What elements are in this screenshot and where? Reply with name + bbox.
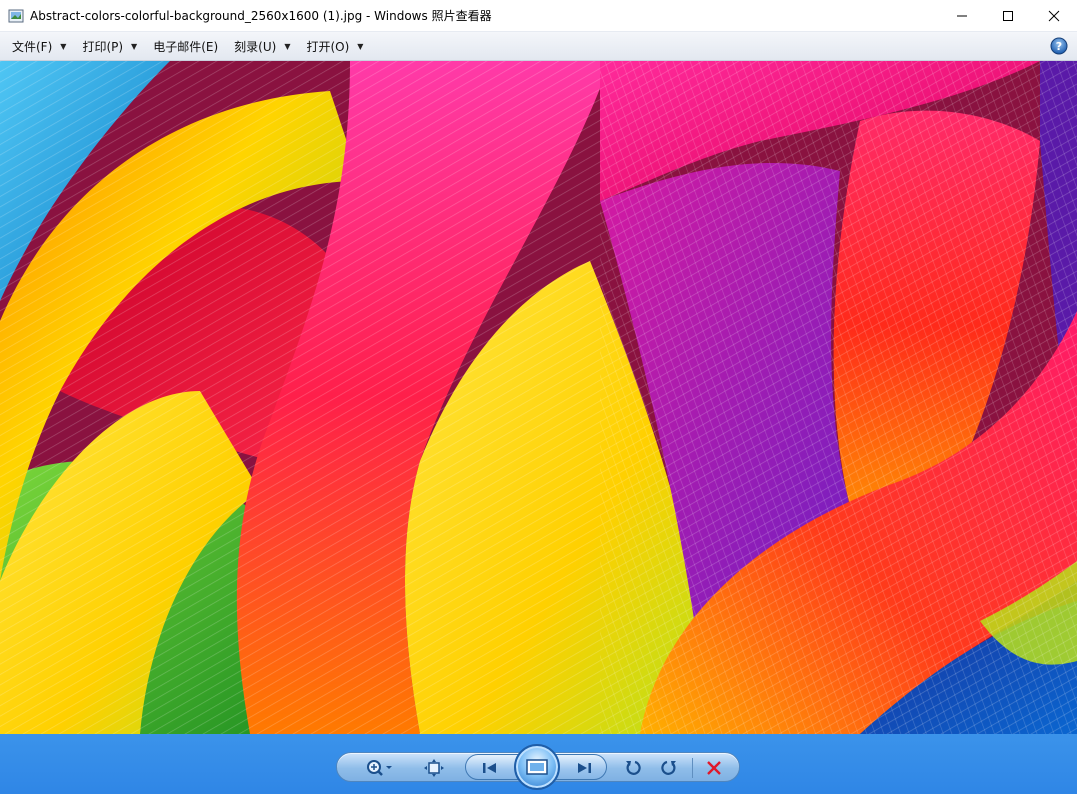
menu-print-label: 打印(P) <box>82 39 124 54</box>
divider <box>691 753 693 783</box>
chevron-down-icon: ▼ <box>60 41 67 51</box>
close-button[interactable] <box>1031 0 1077 31</box>
chevron-down-icon: ▼ <box>131 41 138 51</box>
previous-icon <box>483 763 496 773</box>
window-title: Abstract-colors-colorful-background_2560… <box>30 9 492 23</box>
rotate-clockwise-icon <box>661 760 676 775</box>
menu-burn-label: 刻录(U) <box>234 39 277 54</box>
photo-viewer-app-icon[interactable] <box>8 8 24 24</box>
next-button[interactable] <box>566 753 602 783</box>
menu-email[interactable]: 电子邮件(E) <box>145 35 226 57</box>
minimize-icon <box>957 15 967 16</box>
delete-button[interactable] <box>699 753 729 783</box>
minimize-button[interactable] <box>939 0 985 31</box>
menu-email-label: 电子邮件(E) <box>153 39 219 54</box>
maximize-icon <box>1003 10 1013 21</box>
next-icon <box>578 763 591 773</box>
delete-icon <box>707 761 721 775</box>
menu-file-label: 文件(F) <box>12 39 53 54</box>
maximize-button[interactable] <box>985 0 1031 31</box>
title-bar: Abstract-colors-colorful-background_2560… <box>0 0 1077 31</box>
actual-size-icon <box>424 759 444 777</box>
actual-size-button[interactable] <box>419 753 449 783</box>
rotate-clockwise-button[interactable] <box>653 753 683 783</box>
help-icon[interactable]: ? <box>1050 37 1068 55</box>
image-display[interactable] <box>0 61 1077 734</box>
chevron-down-icon: ▼ <box>284 41 291 51</box>
menu-open[interactable]: 打开(O) ▼ <box>298 35 371 57</box>
slideshow-button[interactable] <box>514 744 560 790</box>
menu-open-label: 打开(O) <box>306 39 350 54</box>
menu-burn[interactable]: 刻录(U) ▼ <box>226 35 298 57</box>
previous-button[interactable] <box>472 753 508 783</box>
menu-print[interactable]: 打印(P) ▼ <box>74 35 145 57</box>
menu-file[interactable]: 文件(F) ▼ <box>4 35 74 57</box>
zoom-button[interactable] <box>359 753 399 783</box>
displayed-photo <box>0 61 1077 734</box>
svg-text:?: ? <box>1056 40 1062 53</box>
slideshow-icon <box>526 759 548 775</box>
zoom-icon <box>367 760 392 776</box>
rotate-counterclockwise-button[interactable] <box>619 753 649 783</box>
close-icon <box>1048 10 1060 21</box>
rotate-counterclockwise-icon <box>626 760 641 775</box>
chevron-down-icon: ▼ <box>357 41 364 51</box>
menu-bar: 文件(F) ▼ 打印(P) ▼ 电子邮件(E) 刻录(U) ▼ 打开(O) ▼ … <box>0 31 1077 61</box>
